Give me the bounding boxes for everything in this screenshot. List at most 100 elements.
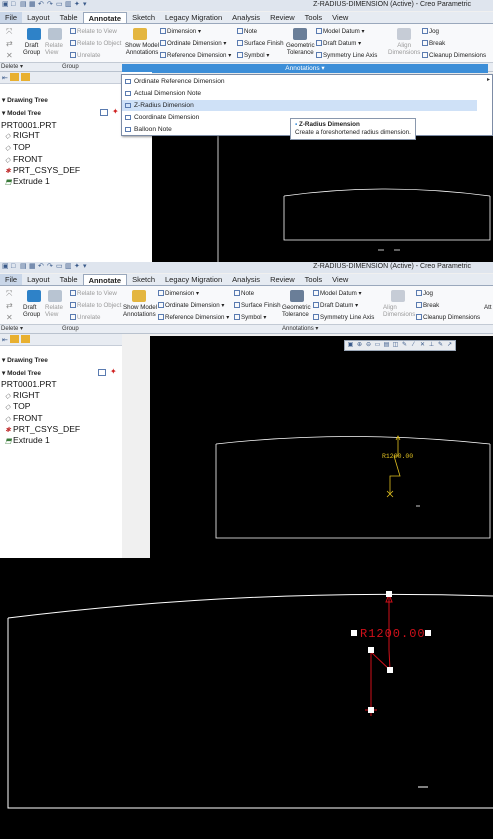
surface-finish-button[interactable]: Surface Finish bbox=[237, 40, 284, 47]
menu-item-z-radius-dimension[interactable]: Z-Radius Dimension bbox=[122, 100, 477, 111]
show-annotations-icon[interactable] bbox=[133, 28, 147, 40]
reference-dimension-button[interactable]: Reference Dimension ▾ bbox=[160, 52, 231, 59]
new-file-icon[interactable]: □ bbox=[11, 263, 18, 270]
tab-view[interactable]: View bbox=[327, 12, 353, 23]
break-button[interactable]: Break bbox=[422, 40, 445, 47]
point-display-icon[interactable]: ✕ bbox=[419, 342, 426, 349]
redo-icon[interactable]: ↷ bbox=[47, 263, 54, 270]
repaint-icon[interactable]: ▭ bbox=[374, 342, 381, 349]
tab-analysis[interactable]: Analysis bbox=[227, 274, 265, 285]
delete-icon[interactable]: ✕ bbox=[6, 314, 13, 322]
display-style-icon[interactable]: ▤ bbox=[383, 342, 390, 349]
dimension-value-text[interactable]: R1200.00 bbox=[360, 627, 426, 641]
attach-group-partial[interactable]: Att bbox=[484, 304, 492, 311]
delete-group-label[interactable]: Delete ▾ bbox=[1, 63, 23, 71]
undo-icon[interactable]: ↶ bbox=[38, 1, 45, 8]
tab-sketch[interactable]: Sketch bbox=[127, 12, 160, 23]
tab-annotate[interactable]: Annotate bbox=[82, 274, 128, 285]
relate-view-button[interactable]: Relate View bbox=[45, 304, 63, 318]
new-file-icon[interactable]: □ bbox=[11, 1, 18, 8]
tree-settings-icon[interactable] bbox=[100, 109, 108, 116]
relate-to-view-button[interactable]: Relate to View bbox=[70, 28, 117, 35]
refit-icon[interactable]: ▣ bbox=[347, 342, 354, 349]
tab-view[interactable]: View bbox=[327, 274, 353, 285]
show-model-annotations-button[interactable]: Show Model Annotations bbox=[123, 304, 157, 318]
unrelate-button[interactable]: Unrelate bbox=[70, 52, 100, 59]
copy-icon[interactable]: ⇄ bbox=[6, 302, 13, 310]
dimension-button[interactable]: Dimension ▾ bbox=[160, 28, 201, 35]
redo-icon[interactable]: ↷ bbox=[47, 1, 54, 8]
cleanup-dimensions-button[interactable]: Cleanup Dimensions bbox=[416, 314, 480, 321]
break-button[interactable]: Break bbox=[416, 302, 439, 309]
new-icon[interactable]: ▣ bbox=[2, 1, 9, 8]
text-handle-left[interactable] bbox=[351, 630, 357, 636]
relate-to-object-button[interactable]: Relate to Object bbox=[70, 302, 121, 309]
draft-group-button[interactable]: Draft Group bbox=[23, 304, 40, 318]
tab-file[interactable]: File bbox=[0, 274, 23, 285]
open-icon[interactable]: ▤ bbox=[20, 1, 27, 8]
csys-display-icon[interactable]: ⊥ bbox=[428, 342, 435, 349]
annotations-group-bar[interactable]: Annotations ▾ bbox=[122, 64, 488, 73]
draft-datum-button[interactable]: Draft Datum ▾ bbox=[313, 302, 358, 309]
arrow-handle[interactable] bbox=[386, 591, 392, 597]
menu-item-actual-dimension-note[interactable]: Actual Dimension Note bbox=[122, 88, 477, 99]
close-window-icon[interactable]: ▥ bbox=[65, 263, 72, 270]
regenerate-icon[interactable]: ✦ bbox=[74, 263, 81, 270]
menu-scroll-arrow-icon[interactable]: ▸ bbox=[487, 76, 490, 83]
undo-icon[interactable]: ↶ bbox=[38, 263, 45, 270]
tab-tools[interactable]: Tools bbox=[300, 274, 328, 285]
tree-item-right[interactable]: ◇ RIGHT bbox=[5, 390, 40, 400]
cleanup-dimensions-button[interactable]: Cleanup Dimensions bbox=[422, 52, 486, 59]
tree-item-csys[interactable]: ✱ PRT_CSYS_DEF bbox=[5, 424, 80, 434]
symmetry-line-axis-button[interactable]: Symmetry Line Axis bbox=[316, 52, 377, 59]
dimension-value-preview[interactable]: R1200.00 bbox=[382, 453, 413, 460]
tree-show-icon[interactable]: ✦ bbox=[110, 367, 117, 376]
tab-layout[interactable]: Layout bbox=[22, 274, 55, 285]
symbol-button[interactable]: Symbol ▾ bbox=[237, 52, 269, 59]
relate-view-button[interactable]: Relate View bbox=[45, 42, 63, 56]
tab-legacy-migration[interactable]: Legacy Migration bbox=[160, 12, 227, 23]
unrelate-button[interactable]: Unrelate bbox=[70, 314, 100, 321]
window-icon[interactable]: ▭ bbox=[56, 1, 63, 8]
delete-group-label[interactable]: Delete ▾ bbox=[1, 325, 23, 333]
draft-group-icon[interactable] bbox=[27, 290, 41, 302]
tree-item-csys[interactable]: ✱ PRT_CSYS_DEF bbox=[5, 165, 80, 175]
tab-annotate[interactable]: Annotate bbox=[82, 12, 128, 23]
drawing-tree-header[interactable]: ▾ Drawing Tree bbox=[2, 356, 48, 364]
symmetry-line-axis-button[interactable]: Symmetry Line Axis bbox=[313, 314, 374, 321]
tab-review[interactable]: Review bbox=[265, 274, 300, 285]
zoom-out-icon[interactable]: ⊖ bbox=[365, 342, 372, 349]
relate-to-view-button[interactable]: Relate to View bbox=[70, 290, 117, 297]
ordinate-dimension-button[interactable]: Ordinate Dimension ▾ bbox=[160, 40, 227, 47]
tree-item-right[interactable]: ◇ RIGHT bbox=[5, 130, 40, 140]
show-model-annotations-button[interactable]: Show Model Annotations bbox=[125, 42, 159, 56]
tab-analysis[interactable]: Analysis bbox=[227, 12, 265, 23]
tree-item-front[interactable]: ◇ FRONT bbox=[5, 154, 43, 164]
model-datum-button[interactable]: Model Datum ▾ bbox=[316, 28, 365, 35]
tree-layers-icon[interactable] bbox=[21, 335, 30, 343]
qat-chevron-down-icon[interactable]: ▾ bbox=[83, 263, 90, 270]
ordinate-dimension-button[interactable]: Ordinate Dimension ▾ bbox=[158, 302, 225, 309]
tab-sketch[interactable]: Sketch bbox=[127, 274, 160, 285]
saved-views-icon[interactable]: ◫ bbox=[392, 342, 399, 349]
datum-display-icon[interactable]: ✎ bbox=[401, 342, 408, 349]
tree-item-top[interactable]: ◇ TOP bbox=[5, 401, 31, 411]
show-annotations-icon[interactable] bbox=[132, 290, 146, 302]
align-dimensions-button[interactable]: Align Dimensions bbox=[383, 304, 415, 318]
window-icon[interactable]: ▭ bbox=[56, 263, 63, 270]
model-datum-button[interactable]: Model Datum ▾ bbox=[313, 290, 362, 297]
draft-group-icon[interactable] bbox=[27, 28, 41, 40]
model-tree-header[interactable]: ▾ Model Tree bbox=[2, 369, 41, 377]
align-dimensions-button[interactable]: Align Dimensions bbox=[388, 42, 420, 56]
note-button[interactable]: Note bbox=[234, 290, 254, 297]
geometric-tolerance-icon[interactable] bbox=[290, 290, 304, 302]
tree-filter-icon[interactable]: ⇤ bbox=[2, 74, 8, 82]
zoomed-drawing-canvas[interactable]: R1200.00 bbox=[0, 558, 493, 837]
draft-datum-button[interactable]: Draft Datum ▾ bbox=[316, 40, 361, 47]
tree-filter-icon[interactable]: ⇤ bbox=[2, 336, 8, 344]
model-tree-header[interactable]: ▾ Model Tree bbox=[2, 109, 41, 117]
tab-review[interactable]: Review bbox=[265, 12, 300, 23]
reference-dimension-button[interactable]: Reference Dimension ▾ bbox=[158, 314, 229, 321]
annotation-display-icon[interactable]: ✎ bbox=[437, 342, 444, 349]
save-icon[interactable]: ▦ bbox=[29, 263, 36, 270]
